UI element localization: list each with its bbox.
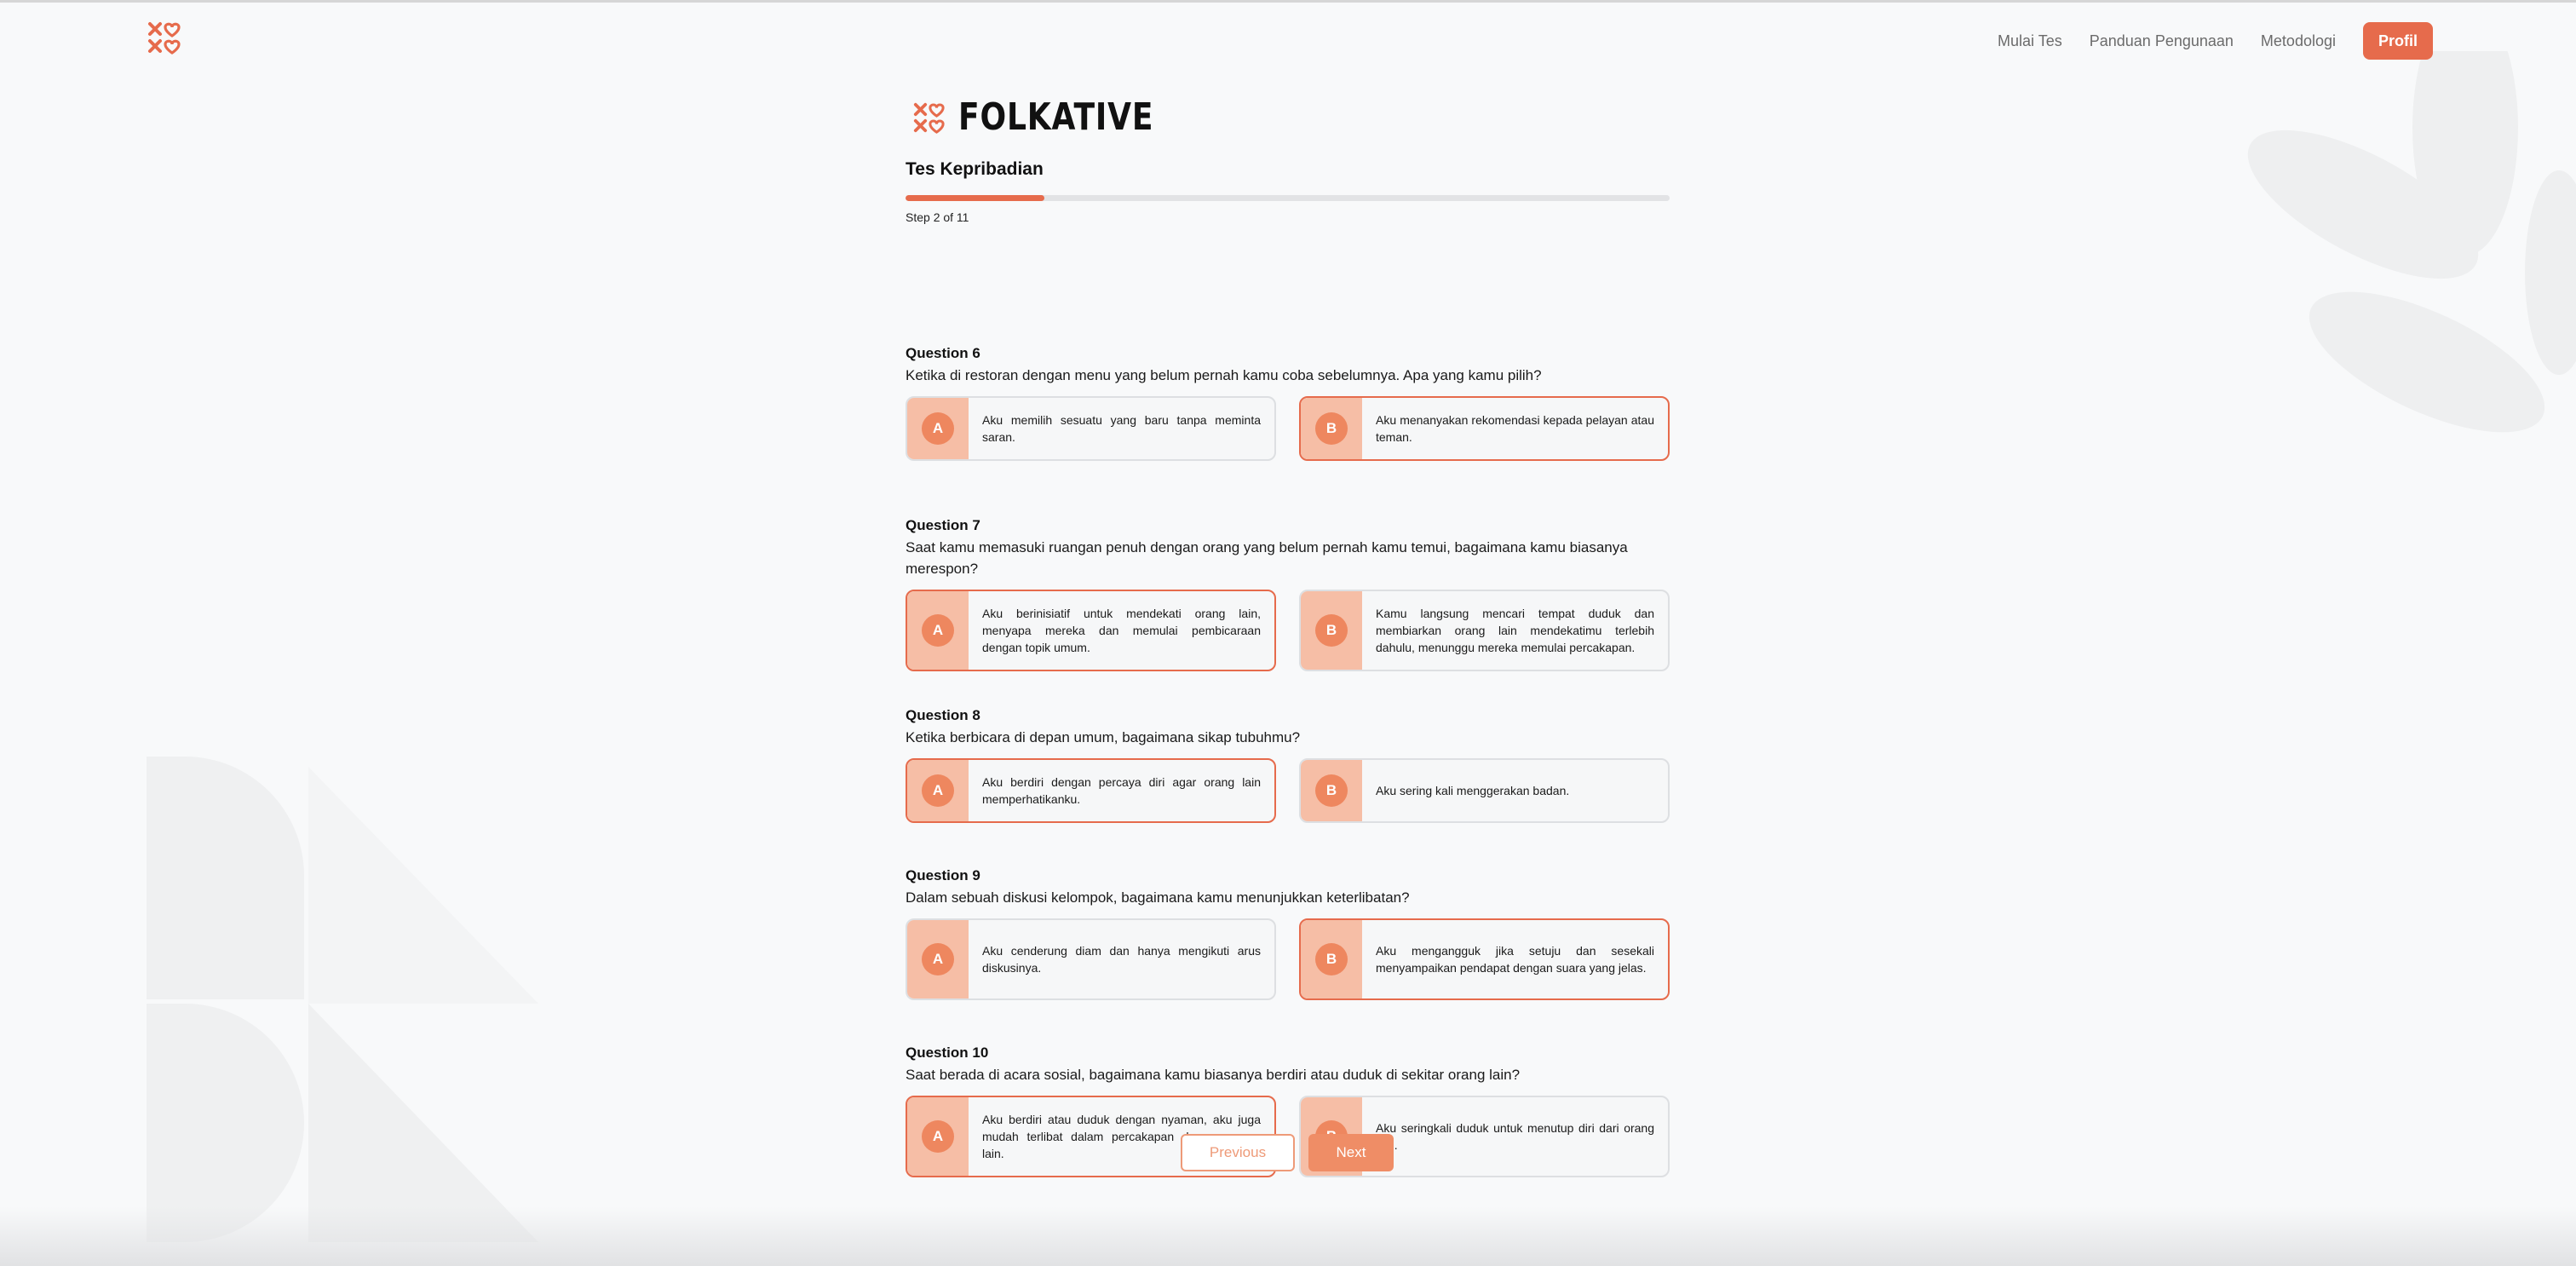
previous-button[interactable]: Previous xyxy=(1181,1134,1295,1171)
progress-bar xyxy=(906,195,1670,201)
option-badge-area: B xyxy=(1301,760,1362,821)
brand-header: FOLKATIVE xyxy=(912,95,1670,139)
answer-options: A Aku berdiri dengan percaya diri agar or… xyxy=(906,758,1670,823)
answer-options: A Aku cenderung diam dan hanya mengikuti … xyxy=(906,918,1670,1000)
option-text: Aku seringkali duduk untuk menutup diri … xyxy=(1376,1121,1654,1152)
question-label: Question 6 xyxy=(906,345,980,361)
option-badge-area: B xyxy=(1301,591,1362,670)
option-text: Aku menanyakan rekomendasi kepada pelaya… xyxy=(1376,413,1654,444)
bottom-shadow xyxy=(0,1206,2576,1266)
option-text: Aku memilih sesuatu yang baru tanpa memi… xyxy=(982,413,1261,444)
folkative-brand-icon xyxy=(912,101,945,134)
question-block: Question 9 Dalam sebuah diskusi kelompok,… xyxy=(906,867,1670,1000)
option-letter-badge: B xyxy=(1315,774,1348,807)
option-text: Aku sering kali menggerakan badan. xyxy=(1376,784,1570,797)
progress-fill xyxy=(906,195,1045,201)
answer-option-a[interactable]: A Aku berdiri dengan percaya diri agar or… xyxy=(906,758,1276,823)
step-indicator: Step 2 of 11 xyxy=(906,210,969,224)
window-top-border xyxy=(0,0,2576,3)
option-badge-area: A xyxy=(907,1097,969,1176)
test-container: FOLKATIVE Tes Kepribadian Step 2 of 11 Q… xyxy=(906,95,1670,1177)
answer-options: A Aku berinisiatif untuk mendekati orang … xyxy=(906,590,1670,671)
option-badge-area: B xyxy=(1301,920,1362,998)
answer-options: A Aku memilih sesuatu yang baru tanpa mem… xyxy=(906,396,1670,461)
question-text: Dalam sebuah diskusi kelompok, bagaimana… xyxy=(906,889,1410,906)
option-letter-badge: A xyxy=(922,774,954,807)
question-text: Saat kamu memasuki ruangan penuh dengan … xyxy=(906,539,1628,577)
option-badge-area: A xyxy=(907,591,969,670)
question-block: Question 6 Ketika di restoran dengan menu… xyxy=(906,345,1670,461)
background-geometric-decoration xyxy=(147,757,547,1242)
question-block: Question 7 Saat kamu memasuki ruangan pen… xyxy=(906,517,1670,671)
answer-option-a[interactable]: A Aku cenderung diam dan hanya mengikuti … xyxy=(906,918,1276,1000)
answer-option-b[interactable]: B Kamu langsung mencari tempat duduk dan … xyxy=(1299,590,1670,671)
answer-option-b[interactable]: B Aku mengangguk jika setuju dan sesekali… xyxy=(1299,918,1670,1000)
option-letter-badge: B xyxy=(1315,943,1348,975)
question-text: Saat berada di acara sosial, bagaimana k… xyxy=(906,1067,1521,1083)
option-badge-area: A xyxy=(907,760,969,821)
profile-button[interactable]: Profil xyxy=(2362,22,2433,60)
next-button[interactable]: Next xyxy=(1308,1134,1394,1171)
question-label: Question 7 xyxy=(906,517,980,533)
option-letter-badge: B xyxy=(1315,614,1348,647)
option-badge-area: B xyxy=(1301,398,1362,459)
question-label: Question 10 xyxy=(906,1044,989,1061)
nav-link-mulai-tes[interactable]: Mulai Tes xyxy=(1998,32,2062,50)
answer-option-a[interactable]: A Aku berinisiatif untuk mendekati orang … xyxy=(906,590,1276,671)
question-text: Ketika berbicara di depan umum, bagaiman… xyxy=(906,729,1301,745)
pagination: Previous Next xyxy=(1181,1134,1394,1171)
nav-link-panduan[interactable]: Panduan Pengunaan xyxy=(2090,32,2234,50)
question-text: Ketika di restoran dengan menu yang belu… xyxy=(906,367,1542,383)
option-letter-badge: B xyxy=(1315,412,1348,445)
option-text: Aku cenderung diam dan hanya mengikuti a… xyxy=(982,944,1261,975)
nav-link-metodologi[interactable]: Metodologi xyxy=(2261,32,2336,50)
question-label: Question 8 xyxy=(906,707,980,723)
option-badge-area: A xyxy=(907,398,969,459)
top-navigation: Mulai Tes Panduan Pengunaan Metodologi P… xyxy=(1998,22,2433,60)
question-block: Question 8 Ketika berbicara di depan umum… xyxy=(906,707,1670,823)
option-letter-badge: A xyxy=(922,1120,954,1153)
question-label: Question 9 xyxy=(906,867,980,883)
answer-option-b[interactable]: B Aku sering kali menggerakan badan. xyxy=(1299,758,1670,823)
option-text: Aku berinisiatif untuk mendekati orang l… xyxy=(982,607,1261,654)
brand-name: FOLKATIVE xyxy=(958,95,1154,139)
option-badge-area: A xyxy=(907,920,969,998)
answer-option-b[interactable]: B Aku menanyakan rekomendasi kepada pelay… xyxy=(1299,396,1670,461)
background-leaf-decoration xyxy=(2218,0,2576,443)
option-text: Aku berdiri dengan percaya diri agar ora… xyxy=(982,775,1261,806)
folkative-logo-icon[interactable] xyxy=(147,20,181,55)
option-text: Kamu langsung mencari tempat duduk dan m… xyxy=(1376,607,1654,654)
option-letter-badge: A xyxy=(922,943,954,975)
answer-option-a[interactable]: A Aku memilih sesuatu yang baru tanpa mem… xyxy=(906,396,1276,461)
option-letter-badge: A xyxy=(922,614,954,647)
page-title: Tes Kepribadian xyxy=(906,159,1044,179)
option-letter-badge: A xyxy=(922,412,954,445)
option-text: Aku mengangguk jika setuju dan sesekali … xyxy=(1376,944,1654,975)
